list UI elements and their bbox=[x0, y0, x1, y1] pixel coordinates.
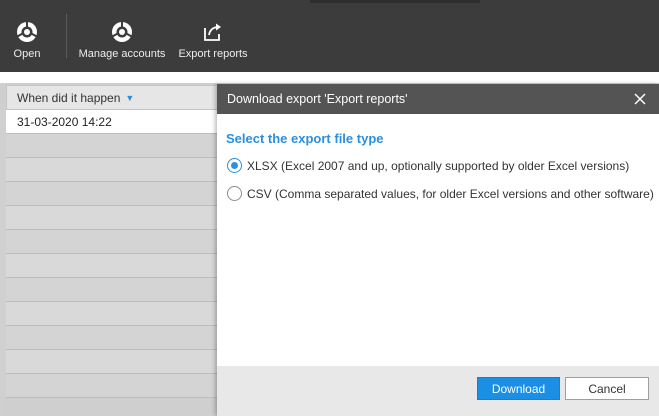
table-row[interactable] bbox=[6, 278, 218, 302]
xlsx-label: XLSX (Excel 2007 and up, optionally supp… bbox=[247, 158, 630, 173]
cancel-button[interactable]: Cancel bbox=[565, 377, 649, 400]
column-header-label: When did it happen bbox=[17, 90, 121, 105]
table-row[interactable] bbox=[6, 206, 218, 230]
grid-top-gap bbox=[0, 72, 659, 83]
dialog-body: Select the export file type XLSX (Excel … bbox=[217, 114, 659, 366]
toolbar: Open Manage accounts Export reports bbox=[0, 0, 659, 72]
export-icon bbox=[201, 20, 225, 44]
csv-option[interactable]: CSV (Comma separated values, for older E… bbox=[227, 186, 654, 201]
toolbar-separator bbox=[66, 14, 67, 58]
manage-accounts-label: Manage accounts bbox=[78, 48, 166, 60]
open-button[interactable]: Open bbox=[8, 0, 46, 72]
export-reports-button[interactable]: Export reports bbox=[176, 0, 250, 72]
xlsx-radio[interactable] bbox=[227, 158, 242, 173]
dialog-header: Download export 'Export reports' bbox=[217, 84, 659, 114]
toolbar-top-accent bbox=[310, 0, 480, 3]
table-row[interactable] bbox=[6, 134, 218, 158]
table-row[interactable] bbox=[6, 230, 218, 254]
download-export-dialog: Download export 'Export reports' Select … bbox=[217, 84, 659, 416]
manage-accounts-icon bbox=[110, 20, 134, 44]
dialog-title: Download export 'Export reports' bbox=[227, 92, 408, 106]
table-row[interactable] bbox=[6, 374, 218, 398]
close-icon[interactable] bbox=[633, 92, 647, 106]
table-cell: 31-03-2020 14:22 bbox=[17, 114, 112, 129]
dialog-footer: Download Cancel bbox=[217, 366, 659, 416]
table-row[interactable] bbox=[6, 254, 218, 278]
table-row[interactable]: 31-03-2020 14:22 bbox=[6, 110, 218, 134]
table-row[interactable] bbox=[6, 326, 218, 350]
xlsx-option[interactable]: XLSX (Excel 2007 and up, optionally supp… bbox=[227, 158, 629, 173]
column-header-when[interactable]: When did it happen ▼ bbox=[6, 85, 218, 110]
export-reports-label: Export reports bbox=[178, 48, 248, 60]
table-row[interactable] bbox=[6, 302, 218, 326]
section-title: Select the export file type bbox=[226, 131, 384, 146]
table-row[interactable] bbox=[6, 350, 218, 374]
download-button[interactable]: Download bbox=[477, 377, 560, 400]
table-row[interactable] bbox=[6, 158, 218, 182]
sort-desc-icon[interactable]: ▼ bbox=[125, 93, 134, 103]
grid-rows: 31-03-2020 14:22 bbox=[6, 110, 218, 398]
manage-accounts-button[interactable]: Manage accounts bbox=[76, 0, 168, 72]
open-icon bbox=[15, 20, 39, 44]
csv-radio[interactable] bbox=[227, 186, 242, 201]
open-label: Open bbox=[13, 48, 41, 60]
csv-label: CSV (Comma separated values, for older E… bbox=[247, 186, 654, 201]
table-row[interactable] bbox=[6, 182, 218, 206]
